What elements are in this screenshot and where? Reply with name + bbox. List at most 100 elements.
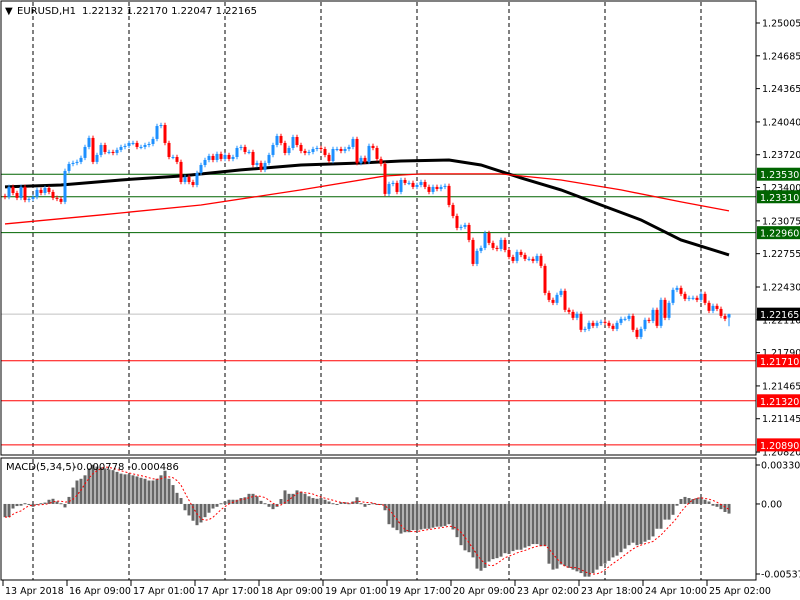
candle-body xyxy=(27,198,31,200)
time-tick-label: 16 Apr 09:00 xyxy=(69,586,131,597)
candle-body xyxy=(375,147,379,159)
candle-body xyxy=(631,315,635,330)
candle xyxy=(19,184,23,201)
macd-histogram-bar xyxy=(531,503,535,545)
macd-histogram-bar xyxy=(495,503,499,559)
macd-histogram-bar xyxy=(507,503,511,554)
candle xyxy=(163,122,167,146)
candle xyxy=(563,288,567,313)
time-tick-label: 24 Apr 10:00 xyxy=(645,586,707,597)
macd-tick-label: 0.003306 xyxy=(761,461,800,472)
candle-body xyxy=(611,325,615,329)
candle xyxy=(355,136,359,166)
candle-body xyxy=(187,176,191,183)
candle xyxy=(475,248,479,267)
price-level-label: 1.23310 xyxy=(760,193,799,204)
candle-body xyxy=(647,319,651,321)
macd-histogram-bar xyxy=(483,503,487,568)
candle-body xyxy=(39,189,43,193)
macd-histogram-bar xyxy=(583,503,587,577)
candle-body xyxy=(679,287,683,294)
candle xyxy=(631,313,635,333)
candle-body xyxy=(351,138,355,147)
candle-body xyxy=(359,157,363,163)
price-level-label: 1.20890 xyxy=(760,441,799,452)
macd-histogram-bar xyxy=(571,503,575,570)
time-tick-label: 18 Apr 09:00 xyxy=(261,586,323,597)
macd-histogram-bar xyxy=(259,500,263,504)
candle-body xyxy=(455,215,459,228)
ohlc-readout: 1.22132 1.22170 1.22047 1.22165 xyxy=(82,6,257,17)
candle-body xyxy=(299,144,303,151)
macd-histogram-bar xyxy=(131,475,135,504)
candle-body xyxy=(259,162,263,170)
macd-histogram-bar xyxy=(563,503,567,567)
macd-histogram-bar xyxy=(387,503,391,525)
time-tick-label: 23 Apr 02:00 xyxy=(517,586,579,597)
candle-body xyxy=(715,305,719,309)
candle-body xyxy=(287,147,291,153)
candle-body xyxy=(295,137,299,145)
macd-histogram-bar xyxy=(659,503,663,529)
candle-body xyxy=(3,195,7,197)
macd-histogram-bar xyxy=(127,474,131,504)
macd-histogram-bar xyxy=(683,496,687,504)
macd-histogram-bar xyxy=(311,498,315,504)
candle-body xyxy=(419,182,423,185)
macd-histogram-bar xyxy=(515,503,519,550)
candle-body xyxy=(675,287,679,290)
macd-histogram-bar xyxy=(315,498,319,504)
macd-histogram-bar xyxy=(535,503,539,545)
candle xyxy=(663,297,667,321)
macd-histogram-bar xyxy=(543,503,547,547)
candle-body xyxy=(195,172,199,185)
candle xyxy=(467,222,471,243)
candle-body xyxy=(695,297,699,300)
time-tick-label: 17 Apr 01:00 xyxy=(133,586,195,597)
macd-histogram-bar xyxy=(63,503,67,508)
price-level-label: 1.21320 xyxy=(760,397,799,408)
candle-body xyxy=(459,226,463,228)
macd-histogram-bar xyxy=(499,503,503,557)
candle-body xyxy=(35,189,39,197)
macd-histogram-bar xyxy=(223,501,227,504)
macd-histogram-bar xyxy=(71,487,75,504)
candle-body xyxy=(331,148,335,161)
macd-histogram-bar xyxy=(355,497,359,504)
macd-histogram-bar xyxy=(171,485,175,504)
candle xyxy=(451,202,455,219)
mt4-chart[interactable]: 1.250051.246851.243651.240401.237201.234… xyxy=(0,0,800,600)
candle-body xyxy=(71,162,75,164)
candle-body xyxy=(443,185,447,187)
macd-histogram-bar xyxy=(559,503,563,565)
candle-body xyxy=(387,183,391,194)
candle xyxy=(659,297,663,329)
candle-body xyxy=(599,321,603,323)
candle xyxy=(671,287,675,306)
candle xyxy=(655,307,659,329)
macd-histogram-bar xyxy=(219,503,223,505)
macd-tick-label: 0.00 xyxy=(761,499,782,510)
candle xyxy=(331,146,335,164)
chart-header: ▼ EURUSD,H1 1.22132 1.22170 1.22047 1.22… xyxy=(5,6,257,17)
macd-histogram-bar xyxy=(411,503,415,531)
candle-body xyxy=(323,148,327,155)
macd-histogram-bar xyxy=(415,503,419,531)
macd-histogram-bar xyxy=(243,497,247,504)
candle-body xyxy=(591,322,595,326)
candle-body xyxy=(163,125,167,143)
macd-histogram-bar xyxy=(155,478,159,504)
candle-body xyxy=(291,137,295,148)
triangle-down-icon[interactable]: ▼ xyxy=(5,6,13,17)
candle-body xyxy=(283,142,287,153)
candle-body xyxy=(183,176,187,183)
candle xyxy=(455,213,459,231)
candle-body xyxy=(615,322,619,329)
price-tick-label: 1.22755 xyxy=(762,249,800,260)
time-tick-label: 13 Apr 2018 xyxy=(5,586,64,597)
macd-histogram-bar xyxy=(363,503,367,507)
macd-histogram-bar xyxy=(607,503,611,561)
candle xyxy=(471,237,475,267)
candle-body xyxy=(95,154,99,162)
candle-body xyxy=(671,289,675,303)
